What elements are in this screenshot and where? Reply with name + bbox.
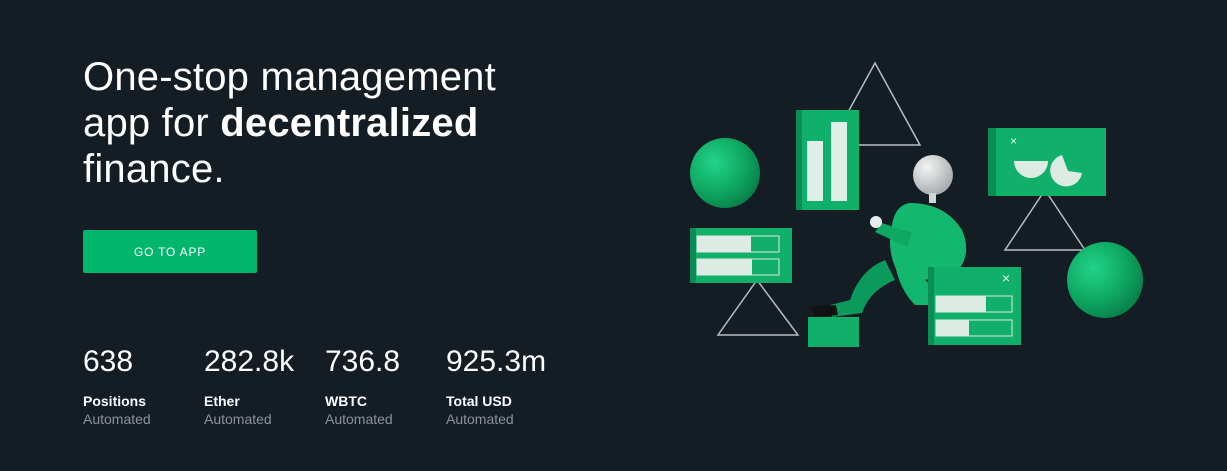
sphere-left: [690, 138, 760, 208]
triangle-outline-right: [1003, 188, 1087, 251]
stat-total-usd: 925.3m Total USD Automated: [446, 344, 567, 428]
defi-illustration: × ×: [690, 61, 1143, 347]
stat-sub: Automated: [204, 411, 272, 427]
sphere-right: [1067, 242, 1143, 318]
bar-chart-card: [796, 110, 859, 210]
hero-title-line1: One-stop management: [83, 55, 496, 99]
step-block: [808, 317, 859, 347]
stat-value: 282.8k: [204, 345, 295, 378]
progress-card-right: ×: [928, 267, 1021, 345]
go-to-app-button[interactable]: GO TO APP: [83, 230, 257, 273]
stat-value: 736.8: [325, 345, 401, 378]
stat-value: 638: [83, 345, 134, 378]
stat-label: Total USD: [446, 393, 512, 409]
stat-wbtc: 736.8 WBTC Automated: [325, 344, 446, 428]
stat-label: Ether: [204, 393, 240, 409]
hero-title-line2-prefix: app for: [83, 101, 221, 145]
stat-sub: Automated: [83, 411, 151, 427]
svg-text:×: ×: [1002, 270, 1010, 286]
stat-sub: Automated: [446, 411, 514, 427]
stat-ether: 282.8k Ether Automated: [204, 344, 325, 428]
svg-text:×: ×: [1010, 134, 1017, 148]
stat-label: Positions: [83, 393, 147, 409]
stat-value: 925.3m: [446, 345, 547, 378]
triangle-outline-bottom: [716, 278, 800, 336]
hero-title-highlight: decentralized: [220, 101, 479, 145]
stats-row: 638 Positions Automated 282.8k Ether Aut…: [83, 344, 567, 428]
hero-title-line3: finance.: [83, 147, 225, 191]
progress-card-left: [690, 228, 792, 283]
stat-positions: 638 Positions Automated: [83, 344, 204, 428]
stat-sub: Automated: [325, 411, 393, 427]
pie-chart-card: ×: [988, 128, 1106, 196]
hero-title: One-stop management app for decentralize…: [83, 54, 603, 192]
stat-label: WBTC: [325, 393, 367, 409]
